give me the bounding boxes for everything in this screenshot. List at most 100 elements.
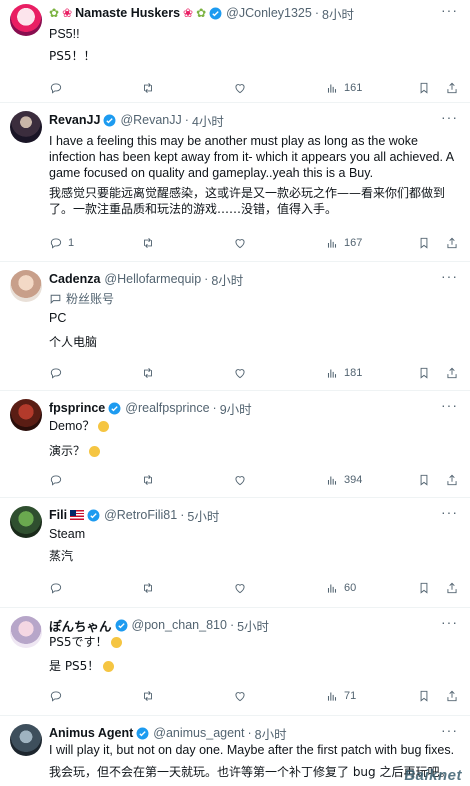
tweet-text-zh: 蒸汽 (49, 549, 74, 563)
handle[interactable]: @realfpsprince (125, 401, 209, 415)
retweet-button[interactable] (141, 365, 155, 381)
retweet-button[interactable] (141, 80, 155, 96)
views-button[interactable]: 60 (325, 580, 356, 596)
action-bar: 1 167 (49, 235, 460, 251)
bookmark-button[interactable] (417, 688, 431, 704)
display-name[interactable]: RevanJJ (49, 113, 100, 127)
more-icon[interactable]: ··· (441, 504, 458, 520)
reply-button[interactable] (49, 688, 63, 704)
separator-dot: · (180, 508, 185, 522)
retweet-button[interactable] (141, 688, 155, 704)
avatar[interactable] (10, 399, 42, 431)
reply-button[interactable] (49, 580, 63, 596)
display-name[interactable]: fpsprince (49, 401, 105, 415)
pleading-face-emoji (88, 446, 100, 457)
bookmark-button[interactable] (417, 580, 431, 596)
tweet-1[interactable]: ✿ ❀ Namaste Huskers ❀ ✿ @JConley1325 · 8… (0, 0, 470, 103)
tweet-6[interactable]: ぽんちゃん @pon_chan_810 · 5小时 ··· PS5です！ 是 P… (0, 608, 470, 716)
more-icon[interactable]: ··· (441, 614, 458, 630)
more-icon[interactable]: ··· (441, 2, 458, 18)
bookmark-button[interactable] (417, 80, 431, 96)
like-button[interactable] (233, 472, 247, 488)
handle[interactable]: @JConley1325 (226, 6, 312, 20)
separator-dot: · (229, 618, 235, 632)
avatar[interactable] (10, 270, 42, 302)
tweet-text-ja: PS5です！ (49, 634, 460, 650)
handle[interactable]: @animus_agent (153, 726, 244, 740)
share-button[interactable] (445, 80, 459, 96)
avatar[interactable] (10, 616, 42, 648)
views-count: 167 (344, 237, 363, 249)
like-button[interactable] (233, 80, 247, 96)
tweet-3[interactable]: Cadenza @Hellofarmequip · 8小时 ··· 粉丝账号 P… (0, 262, 470, 391)
tweet-text-zh: 我感觉只要能远离觉醒感染，这或许是又一款必玩之作——看来你们都做到了。一款注重品… (49, 186, 446, 216)
verified-badge-icon (136, 727, 149, 739)
more-icon[interactable]: ··· (441, 397, 458, 413)
handle[interactable]: @RevanJJ (120, 113, 181, 127)
reply-button[interactable] (49, 365, 63, 381)
views-button[interactable]: 71 (325, 688, 356, 704)
views-button[interactable]: 394 (325, 472, 362, 488)
views-button[interactable]: 161 (325, 80, 362, 96)
display-name[interactable]: Fili (49, 508, 67, 522)
timestamp[interactable]: 5小时 (237, 616, 269, 635)
bookmark-button[interactable] (417, 235, 431, 251)
handle[interactable]: @RetroFili81 (104, 508, 177, 522)
avatar[interactable] (10, 506, 42, 538)
retweet-button[interactable] (141, 580, 155, 596)
retweet-button[interactable] (141, 472, 155, 488)
more-icon[interactable]: ··· (441, 722, 458, 738)
like-icon (235, 239, 245, 249)
share-button[interactable] (445, 235, 459, 251)
flower-emoji: ✿ (196, 6, 207, 20)
tweet-7[interactable]: Animus Agent @animus_agent · 8小时 ··· I w… (0, 716, 470, 786)
timestamp[interactable]: 4小时 (192, 111, 224, 130)
avatar[interactable] (10, 4, 42, 36)
share-button[interactable] (445, 472, 459, 488)
bookmark-button[interactable] (417, 365, 431, 381)
reply-button[interactable]: 1 (49, 235, 74, 251)
reply-button[interactable] (49, 472, 63, 488)
like-icon (235, 369, 245, 379)
verified-badge-icon (108, 402, 121, 414)
display-name[interactable]: Animus Agent (49, 726, 133, 740)
tweet-text-zh: 个人电脑 (49, 335, 98, 349)
like-button[interactable] (233, 235, 247, 251)
timestamp[interactable]: 8小时 (211, 270, 243, 289)
tweet-2[interactable]: RevanJJ @RevanJJ · 4小时 ··· I have a feel… (0, 103, 470, 262)
like-button[interactable] (233, 688, 247, 704)
separator-dot: · (204, 272, 209, 286)
share-button[interactable] (445, 688, 459, 704)
avatar[interactable] (10, 111, 42, 143)
tweet-4[interactable]: fpsprince @realfpsprince · 9小时 ··· Demo？… (0, 391, 470, 498)
like-button[interactable] (233, 365, 247, 381)
views-button[interactable]: 167 (325, 235, 362, 251)
more-icon[interactable]: ··· (441, 109, 458, 125)
timestamp[interactable]: 5小时 (187, 506, 219, 525)
more-icon[interactable]: ··· (441, 268, 458, 284)
display-name[interactable]: ぽんちゃん (49, 616, 112, 635)
reply-icon (50, 238, 62, 249)
reply-button[interactable] (49, 80, 68, 96)
reply-icon (50, 475, 62, 486)
bookmark-button[interactable] (417, 472, 431, 488)
share-icon (447, 82, 457, 94)
timestamp[interactable]: 9小时 (220, 399, 252, 418)
retweet-button[interactable] (141, 235, 155, 251)
views-button[interactable]: 181 (325, 365, 362, 381)
retweet-icon (144, 583, 152, 593)
bookmark-icon (420, 474, 428, 486)
handle[interactable]: @Hellofarmequip (104, 272, 201, 286)
display-name[interactable]: Namaste Huskers (75, 6, 180, 20)
display-name[interactable]: Cadenza (49, 272, 100, 286)
tweet-text-en: I have a feeling this may be another mus… (49, 134, 454, 180)
timestamp[interactable]: 8小时 (322, 4, 354, 23)
like-button[interactable] (233, 580, 247, 596)
separator-dot: · (247, 726, 252, 740)
share-button[interactable] (445, 365, 459, 381)
avatar[interactable] (10, 724, 42, 756)
handle[interactable]: @pon_chan_810 (132, 618, 227, 632)
timestamp[interactable]: 8小时 (255, 724, 287, 743)
tweet-5[interactable]: Fili @RetroFili81 · 5小时 ··· Steam 蒸汽 60 (0, 498, 470, 608)
share-button[interactable] (445, 580, 459, 596)
